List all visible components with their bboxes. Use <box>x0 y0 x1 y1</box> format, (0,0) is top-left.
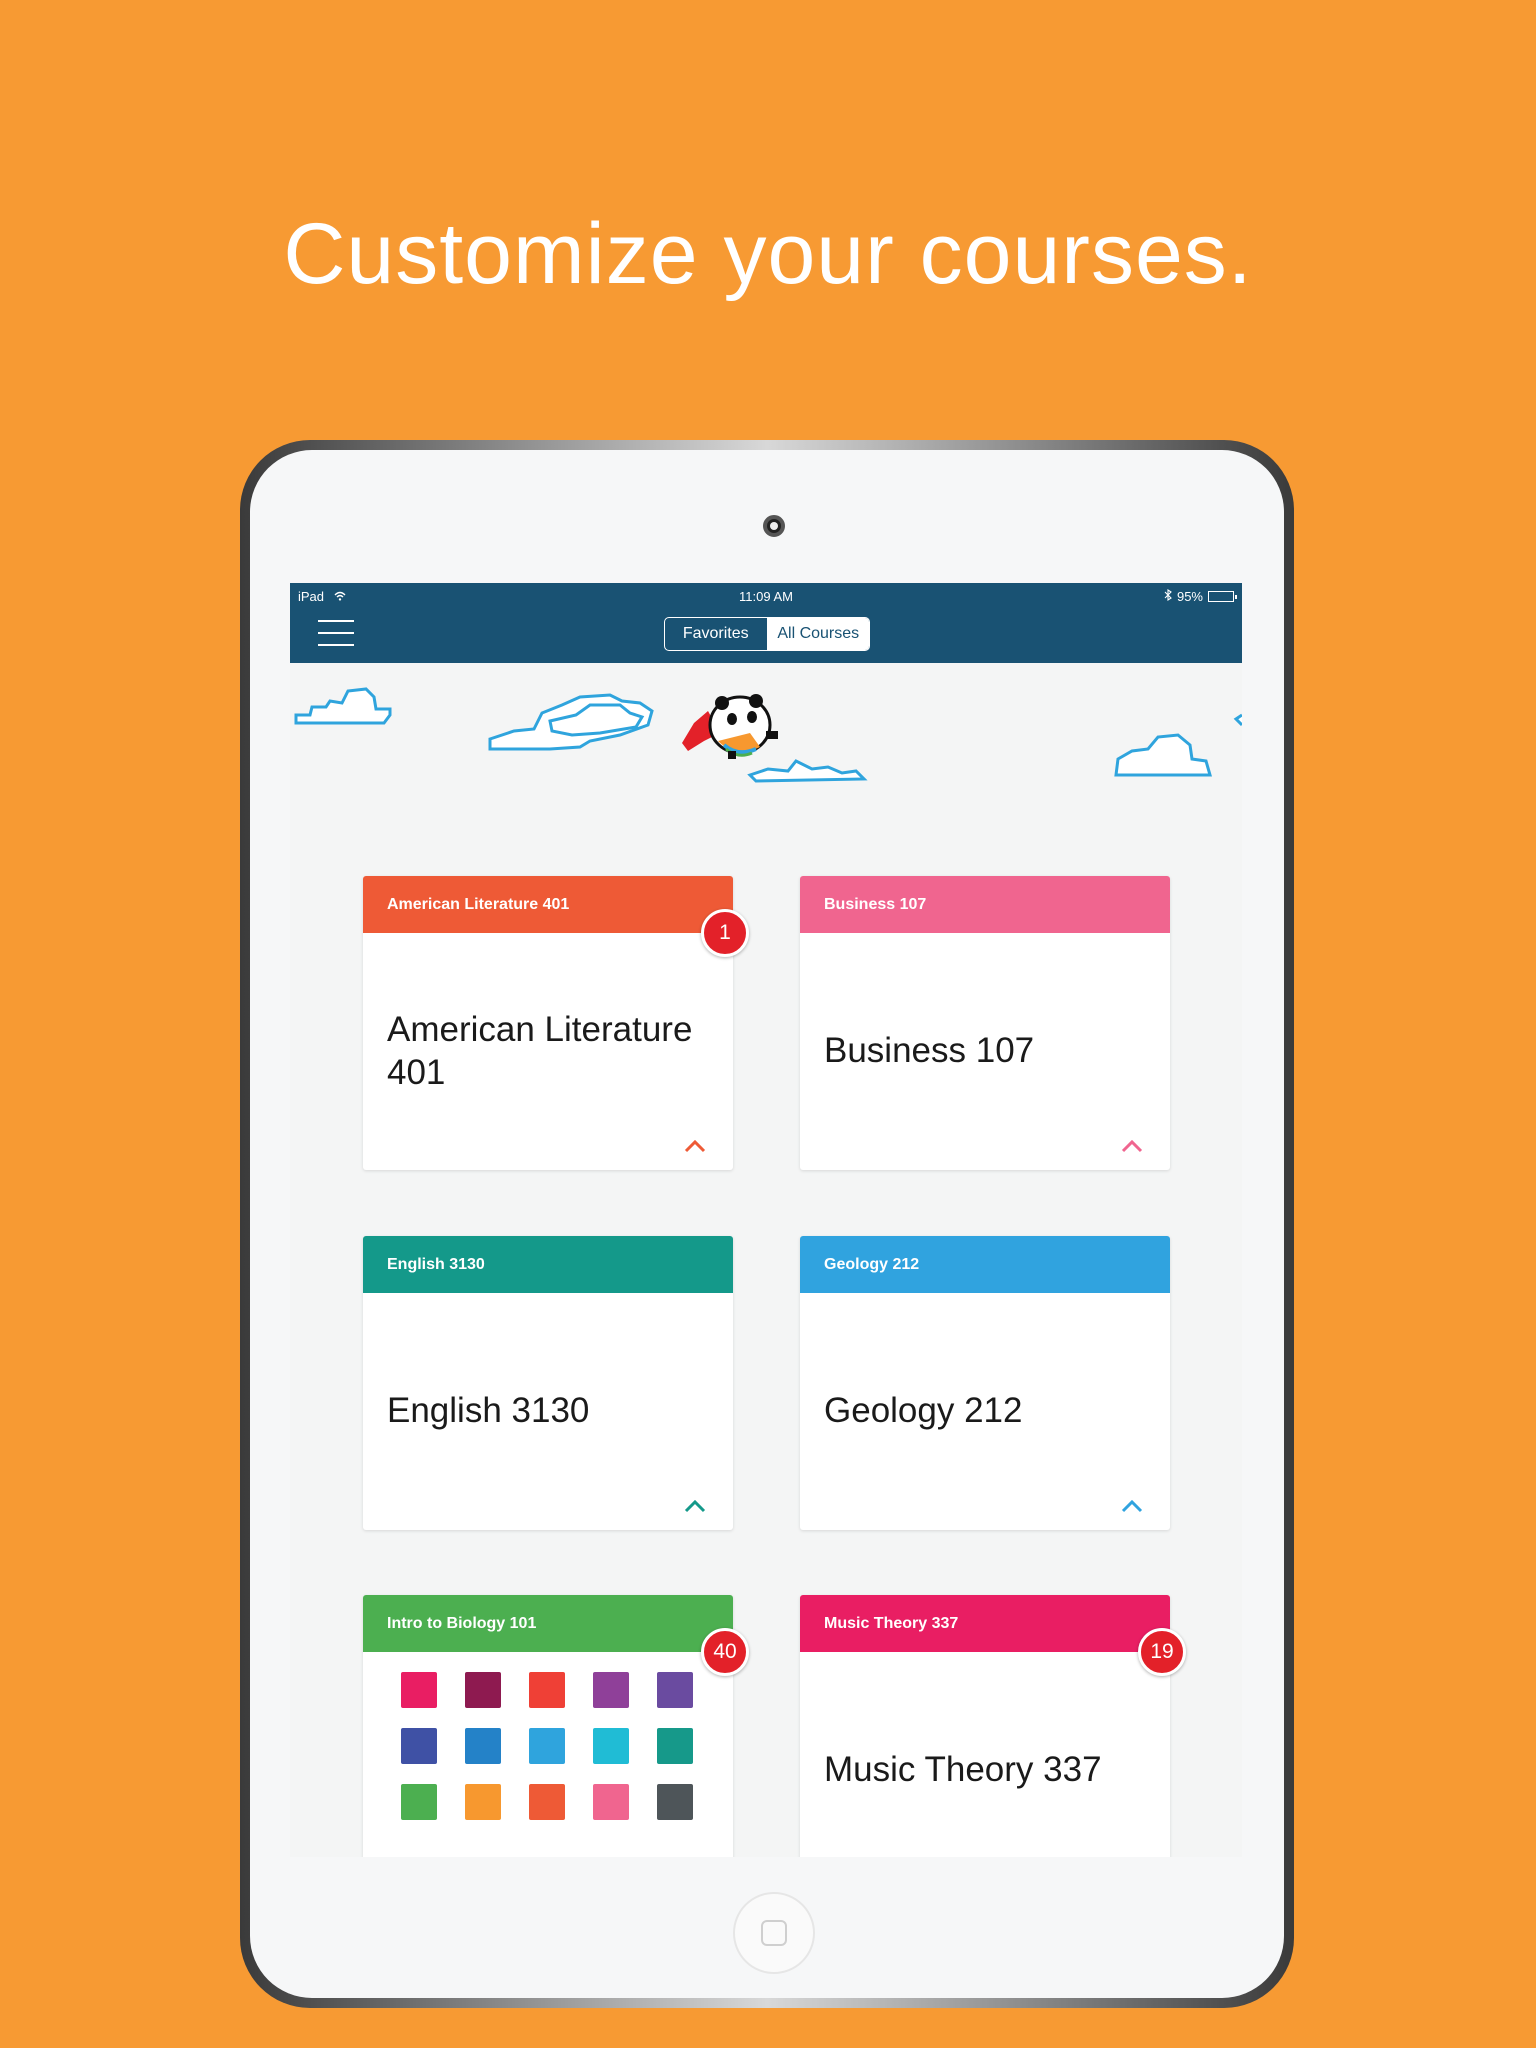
course-card[interactable]: Business 107 Business 107 <box>800 876 1170 1170</box>
notification-badge: 40 <box>701 1628 749 1676</box>
course-card-header: Intro to Biology 101 <box>363 1595 733 1652</box>
color-swatch[interactable] <box>401 1784 437 1820</box>
home-button[interactable] <box>733 1892 815 1974</box>
course-card-header-label: English 3130 <box>387 1255 485 1273</box>
hamburger-menu-icon[interactable] <box>318 620 354 650</box>
app-screen: iPad 11:09 AM 95% Favorites All Courses … <box>290 583 1242 1857</box>
cloud-illustration <box>294 687 392 725</box>
course-card-header-label: Business 107 <box>824 895 927 913</box>
sky-illustration <box>294 687 1242 783</box>
course-card-header: Geology 212 <box>800 1236 1170 1293</box>
course-card-header-label: Geology 212 <box>824 1255 920 1273</box>
course-card-title: American Literature 401 <box>387 1009 693 1092</box>
color-swatch[interactable] <box>465 1672 501 1708</box>
course-card-title: Business 107 <box>824 1031 1035 1071</box>
cloud-illustration <box>747 759 868 783</box>
color-swatch[interactable] <box>401 1728 437 1764</box>
camera-icon <box>763 515 785 537</box>
course-card-header-label: Music Theory 337 <box>824 1614 959 1632</box>
course-card[interactable]: Music Theory 337 19 Music Theory 337 <box>800 1595 1186 1857</box>
cloud-illustration <box>1114 733 1212 777</box>
status-time: 11:09 AM <box>739 589 793 604</box>
course-card-header: American Literature 401 <box>363 876 733 933</box>
headline: Customize your courses. <box>283 206 1253 302</box>
course-card-header-label: American Literature 401 <box>387 895 570 913</box>
chevron-up-icon[interactable] <box>1120 1138 1144 1154</box>
course-filter-control: Favorites All Courses <box>664 617 870 651</box>
course-card-header: Music Theory 337 <box>800 1595 1170 1652</box>
course-card-header-label: Intro to Biology 101 <box>387 1614 537 1632</box>
color-swatch[interactable] <box>529 1728 565 1764</box>
color-swatch[interactable] <box>465 1728 501 1764</box>
course-card-title: English 3130 <box>387 1391 590 1431</box>
color-swatch[interactable] <box>593 1728 629 1764</box>
color-swatch[interactable] <box>401 1672 437 1708</box>
bluetooth-icon <box>1164 588 1172 604</box>
course-card-title: Geology 212 <box>824 1391 1023 1431</box>
course-card[interactable]: American Literature 401 1 American Liter… <box>363 876 749 1170</box>
color-swatch[interactable] <box>657 1784 693 1820</box>
color-swatch[interactable] <box>529 1784 565 1820</box>
color-swatch[interactable] <box>593 1784 629 1820</box>
color-swatch[interactable] <box>593 1672 629 1708</box>
color-swatch[interactable] <box>529 1672 565 1708</box>
chevron-up-icon[interactable] <box>683 1498 707 1514</box>
status-bar: iPad 11:09 AM 95% <box>290 587 1242 609</box>
course-card-title: Music Theory 337 <box>824 1750 1102 1790</box>
tab-all-courses[interactable]: All Courses <box>767 618 869 650</box>
notification-badge: 19 <box>1138 1628 1186 1676</box>
chevron-up-icon[interactable] <box>683 1138 707 1154</box>
chevron-up-icon[interactable] <box>1120 1498 1144 1514</box>
course-card[interactable]: Intro to Biology 101 40 <box>363 1595 749 1857</box>
battery-percent: 95% <box>1176 589 1203 604</box>
color-swatch[interactable] <box>465 1784 501 1820</box>
battery-icon <box>1208 591 1237 602</box>
ipad-bezel: iPad 11:09 AM 95% Favorites All Courses … <box>250 450 1284 1998</box>
nav-bar: iPad 11:09 AM 95% Favorites All Courses <box>290 583 1242 663</box>
panda-mascot-icon <box>682 694 778 759</box>
notification-badge: 1 <box>701 909 749 957</box>
color-swatch[interactable] <box>657 1672 693 1708</box>
cloud-illustration <box>1233 713 1242 727</box>
course-card-header: English 3130 <box>363 1236 733 1293</box>
course-card[interactable]: Geology 212 Geology 212 <box>800 1236 1170 1530</box>
ipad-device: iPad 11:09 AM 95% Favorites All Courses … <box>240 440 1294 2008</box>
course-card[interactable]: English 3130 English 3130 <box>363 1236 733 1530</box>
course-card-header: Business 107 <box>800 876 1170 933</box>
tab-favorites[interactable]: Favorites <box>665 618 768 650</box>
color-swatch[interactable] <box>657 1728 693 1764</box>
color-picker <box>401 1672 697 1820</box>
